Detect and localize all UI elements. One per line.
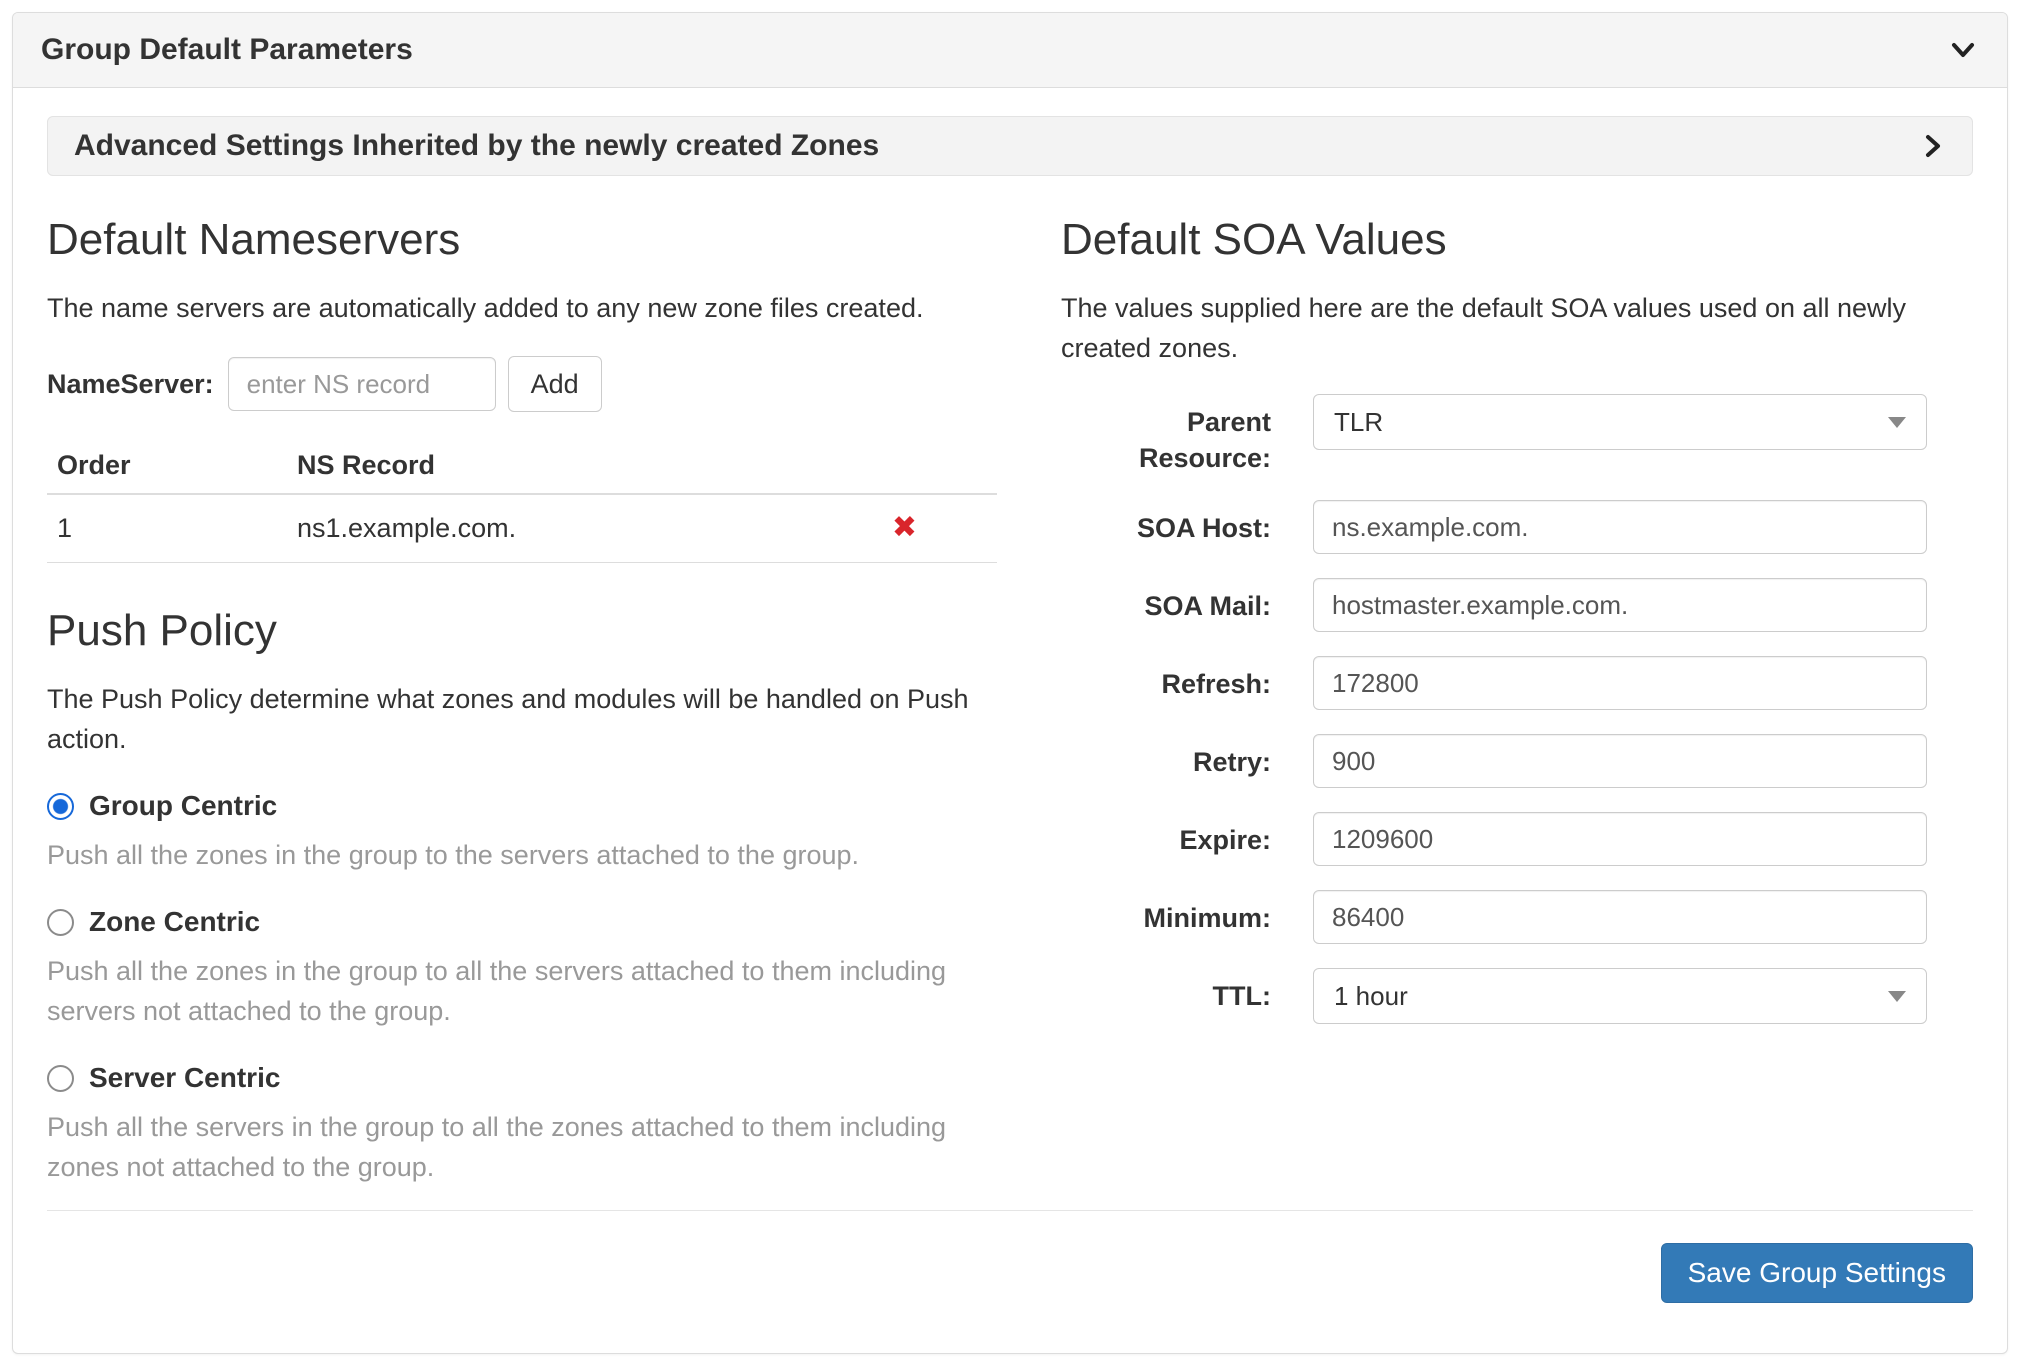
advanced-settings-toggle[interactable]: Advanced Settings Inherited by the newly…: [47, 116, 1973, 176]
radio-button-zone-centric[interactable]: [47, 909, 74, 936]
parent-resource-select[interactable]: TLR: [1313, 394, 1927, 450]
expire-label: Expire:: [1061, 812, 1271, 858]
zone-centric-description: Push all the zones in the group to all t…: [47, 951, 997, 1031]
save-group-settings-button[interactable]: Save Group Settings: [1661, 1243, 1973, 1303]
group-default-parameters-panel: Group Default Parameters Advanced Settin…: [12, 12, 2008, 1354]
content-columns: Default Nameservers The name servers are…: [47, 176, 1973, 1187]
ns-order-cell: 1: [47, 494, 287, 563]
minimum-input[interactable]: [1313, 890, 1927, 944]
minimum-label: Minimum:: [1061, 890, 1271, 936]
soa-description: The values supplied here are the default…: [1061, 288, 1973, 368]
footer-divider: [47, 1210, 1973, 1211]
refresh-row: Refresh:: [1061, 656, 1973, 710]
default-nameservers-heading: Default Nameservers: [47, 216, 997, 264]
radio-label-group-centric: Group Centric: [89, 789, 277, 823]
retry-input[interactable]: [1313, 734, 1927, 788]
soa-mail-row: SOA Mail:: [1061, 578, 1973, 632]
ttl-select[interactable]: 1 hour: [1313, 968, 1927, 1024]
soa-mail-label: SOA Mail:: [1061, 578, 1271, 624]
default-soa-values-heading: Default SOA Values: [1061, 216, 1973, 264]
radio-option-server-centric[interactable]: Server Centric: [47, 1061, 997, 1095]
radio-button-server-centric[interactable]: [47, 1065, 74, 1092]
ns-record-cell: ns1.example.com.: [287, 494, 817, 563]
delete-nameserver-icon[interactable]: ✖: [892, 511, 917, 544]
retry-label: Retry:: [1061, 734, 1271, 780]
radio-label-server-centric: Server Centric: [89, 1061, 280, 1095]
ns-record-column-header: NS Record: [287, 438, 817, 494]
soa-mail-input[interactable]: [1313, 578, 1927, 632]
panel-header[interactable]: Group Default Parameters: [13, 13, 2007, 88]
radio-label-zone-centric: Zone Centric: [89, 905, 260, 939]
expire-row: Expire:: [1061, 812, 1973, 866]
expire-input[interactable]: [1313, 812, 1927, 866]
table-row: 1 ns1.example.com. ✖: [47, 494, 997, 563]
chevron-down-icon[interactable]: [1947, 35, 1979, 65]
radio-option-group-centric[interactable]: Group Centric: [47, 789, 997, 823]
caret-down-icon: [1888, 991, 1906, 1002]
nameserver-label: NameServer:: [47, 369, 214, 400]
nameserver-input[interactable]: [228, 357, 496, 411]
radio-option-zone-centric[interactable]: Zone Centric: [47, 905, 997, 939]
radio-button-group-centric[interactable]: [47, 793, 74, 820]
refresh-label: Refresh:: [1061, 656, 1271, 702]
advanced-settings-title: Advanced Settings Inherited by the newly…: [74, 129, 879, 163]
minimum-row: Minimum:: [1061, 890, 1973, 944]
parent-resource-label: Parent Resource:: [1061, 394, 1271, 476]
push-policy-description: The Push Policy determine what zones and…: [47, 679, 997, 759]
parent-resource-row: Parent Resource: TLR: [1061, 394, 1973, 476]
panel-footer: Save Group Settings: [47, 1188, 1973, 1303]
soa-form: Parent Resource: TLR SOA Host: SOA Mail:: [1061, 394, 1973, 1024]
nameserver-form: NameServer: Add: [47, 356, 997, 412]
ttl-row: TTL: 1 hour: [1061, 968, 1973, 1024]
nameservers-description: The name servers are automatically added…: [47, 288, 997, 328]
order-column-header: Order: [47, 438, 287, 494]
server-centric-description: Push all the servers in the group to all…: [47, 1107, 997, 1187]
caret-down-icon: [1888, 417, 1906, 428]
ttl-label: TTL:: [1061, 968, 1271, 1014]
soa-host-input[interactable]: [1313, 500, 1927, 554]
group-centric-description: Push all the zones in the group to the s…: [47, 835, 997, 875]
ttl-value: 1 hour: [1334, 981, 1408, 1012]
add-button[interactable]: Add: [508, 356, 602, 412]
parent-resource-value: TLR: [1334, 407, 1383, 438]
retry-row: Retry:: [1061, 734, 1973, 788]
chevron-right-icon: [1920, 131, 1946, 161]
nameservers-table: Order NS Record 1 ns1.example.com. ✖: [47, 438, 997, 563]
nameservers-column: Default Nameservers The name servers are…: [47, 176, 997, 1187]
push-policy-heading: Push Policy: [47, 607, 997, 655]
table-header-row: Order NS Record: [47, 438, 997, 494]
page: Group Default Parameters Advanced Settin…: [0, 0, 2020, 1366]
soa-column: Default SOA Values The values supplied h…: [1061, 176, 1973, 1187]
panel-title: Group Default Parameters: [41, 33, 413, 67]
refresh-input[interactable]: [1313, 656, 1927, 710]
soa-host-row: SOA Host:: [1061, 500, 1973, 554]
panel-body: Advanced Settings Inherited by the newly…: [13, 88, 2007, 1353]
actions-column-header: [817, 438, 997, 494]
soa-host-label: SOA Host:: [1061, 500, 1271, 546]
